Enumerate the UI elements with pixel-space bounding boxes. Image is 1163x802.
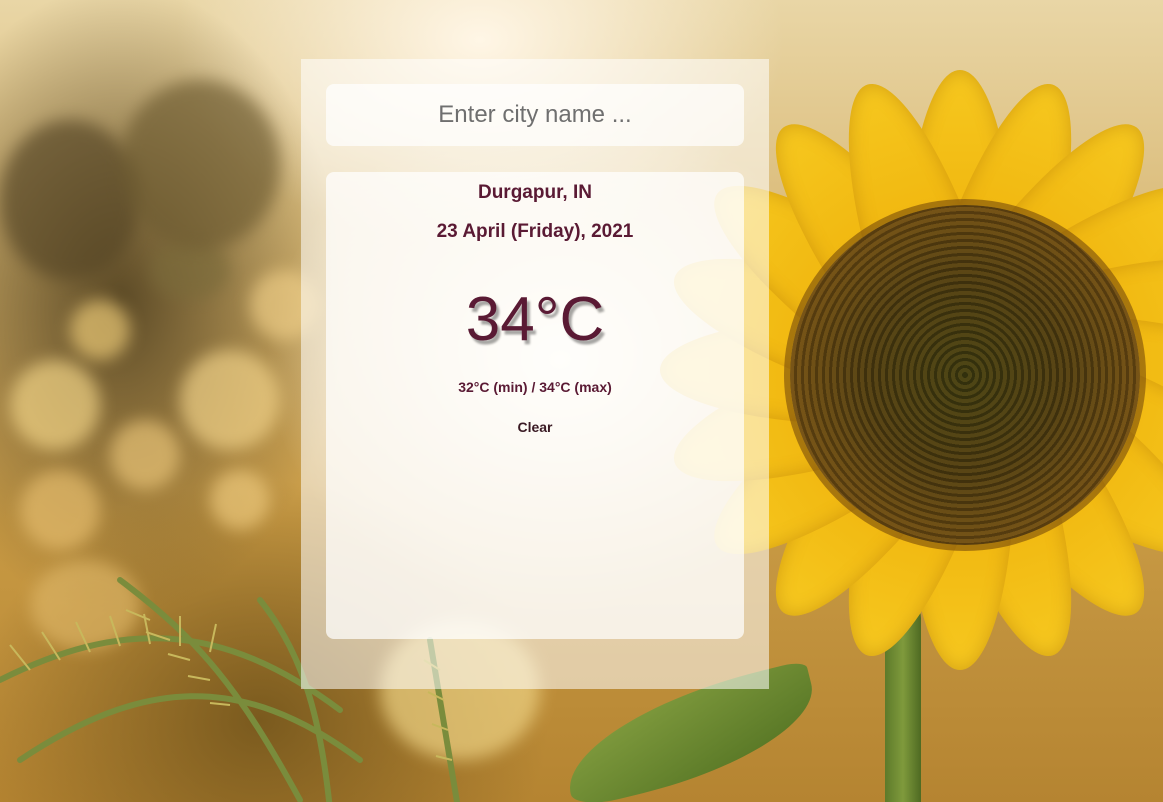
temperature-range: 32°C (min) / 34°C (max) — [458, 379, 612, 395]
app-root: Durgapur, IN 23 April (Friday), 2021 34°… — [0, 0, 1163, 802]
date-label: 23 April (Friday), 2021 — [436, 221, 634, 242]
sunflower-disk — [790, 205, 1140, 545]
city-search-input[interactable] — [326, 84, 744, 146]
temperature-value: 34°C — [465, 285, 605, 354]
location-label: Durgapur, IN — [477, 182, 592, 203]
weather-condition: Clear — [517, 419, 553, 435]
weather-card: Durgapur, IN 23 April (Friday), 2021 34°… — [326, 172, 744, 639]
